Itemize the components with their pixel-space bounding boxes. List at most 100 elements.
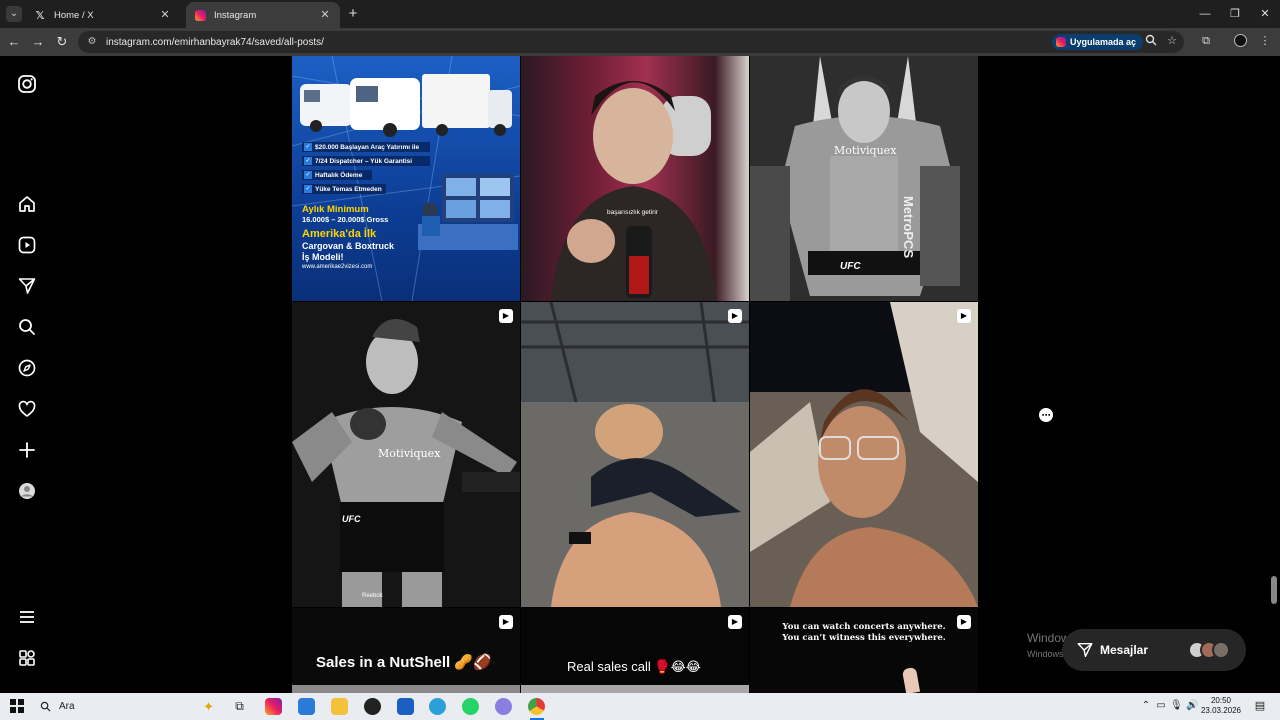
hand-shape: [901, 666, 921, 693]
more-menu-icon[interactable]: [17, 607, 37, 627]
ad-headline: İş Modeli!: [302, 252, 344, 262]
notifications-heart-icon[interactable]: [17, 399, 37, 419]
app-icon[interactable]: [495, 698, 512, 715]
microphone-icon[interactable]: 🎙: [1170, 700, 1183, 712]
scrollbar-thumb[interactable]: [1271, 576, 1277, 604]
sponsor-text: Reebok: [362, 593, 383, 599]
search-icon[interactable]: [17, 317, 37, 337]
reload-button[interactable]: ↻: [54, 34, 70, 50]
new-tab-button[interactable]: +: [344, 6, 362, 22]
tray-icon[interactable]: ▭: [1155, 700, 1167, 712]
ad-line: Yüke Temas Etmeden: [315, 185, 382, 193]
ad-line: $20.000 Başlayan Araç Yatırımı ile: [315, 143, 420, 151]
reel-caption: Sales in a NutShell 🥜🏈: [316, 654, 492, 671]
tab-home-x[interactable]: 𝕏 Home / X ✕: [26, 2, 180, 28]
extensions-icon[interactable]: ⧉: [1199, 34, 1213, 48]
bookmark-star-icon[interactable]: ☆: [1165, 34, 1179, 48]
sidebar: [0, 56, 54, 693]
post-tile[interactable]: Motiviquex MetroPCS UFC: [750, 56, 978, 301]
restore-button[interactable]: ❐: [1218, 0, 1252, 28]
clock-date: 23.03.2026: [1200, 706, 1242, 715]
instagram-logo-icon[interactable]: [17, 74, 37, 94]
post-tile[interactable]: ✓ $20.000 Başlayan Araç Yatırımı ile ✓ 7/2…: [292, 56, 520, 301]
check-icon: ✓: [304, 171, 312, 179]
more-options-icon[interactable]: ⋯: [1039, 408, 1053, 422]
page-scrollbar[interactable]: [1268, 56, 1280, 693]
app-icon[interactable]: [397, 698, 414, 715]
reel-thumbnail-art: [551, 81, 717, 301]
post-tile[interactable]: ▶: [750, 302, 978, 607]
clock[interactable]: 20:50 23.03.2026: [1196, 696, 1246, 716]
home-icon[interactable]: [17, 194, 37, 214]
post-tile[interactable]: ▶: [521, 302, 749, 607]
tab-strip: ⌄ 𝕏 Home / X ✕ Instagram ✕ + — ❐ ✕: [0, 0, 1280, 28]
messages-icon: [1077, 642, 1093, 658]
open-in-app-label: Uygulamada aç: [1070, 37, 1137, 47]
post-tile[interactable]: ▶ Real sales call 🥊😂😂: [521, 608, 749, 693]
messages-label: Mesajlar: [1100, 643, 1149, 657]
site-info-icon[interactable]: ⚙: [86, 36, 98, 48]
search-icon: [40, 701, 51, 712]
reel-icon: ▶: [728, 309, 742, 323]
minimize-button[interactable]: —: [1188, 0, 1222, 28]
back-button[interactable]: ←: [6, 34, 22, 50]
reel-icon: ▶: [499, 309, 513, 323]
reel-caption: başarısızlık getirir: [607, 209, 658, 216]
tab-instagram[interactable]: Instagram ✕: [186, 2, 340, 28]
post-tile[interactable]: ▶ başarısızlık getirir: [521, 56, 749, 301]
telegram-icon[interactable]: [429, 698, 446, 715]
browser-menu-icon[interactable]: ⋮: [1258, 34, 1272, 48]
brand-text: UFC: [840, 261, 861, 272]
create-plus-icon[interactable]: [17, 440, 37, 460]
close-icon[interactable]: ✕: [318, 8, 332, 22]
reel-icon: ▶: [957, 309, 971, 323]
search-placeholder: Ara: [59, 701, 75, 712]
ad-line: 7/24 Dispatcher – Yük Garantisi: [315, 157, 413, 165]
check-icon: ✓: [304, 185, 312, 193]
reels-icon[interactable]: [17, 235, 37, 255]
reel-icon: ▶: [957, 615, 971, 629]
post-tile[interactable]: ▶ Motiviquex UFC Reebok: [292, 302, 520, 607]
reel-thumbnail-art: [750, 302, 978, 607]
taskbar-search[interactable]: Ara ✦: [32, 695, 222, 718]
also-from-meta-icon[interactable]: [17, 648, 37, 668]
address-bar[interactable]: ⚙ instagram.com/emirhanbayrak74/saved/al…: [78, 31, 1184, 53]
window-close-button[interactable]: ✕: [1248, 0, 1280, 28]
profile-avatar-icon[interactable]: [17, 481, 37, 501]
tray-chevron-icon[interactable]: ⌃: [1140, 700, 1152, 712]
copilot-sparkle-icon: ✦: [203, 698, 214, 714]
app-icon[interactable]: [364, 698, 381, 715]
instagram-app-icon[interactable]: [265, 698, 282, 715]
ad-line: Haftalık Ödeme: [315, 171, 363, 179]
notifications-icon[interactable]: ▤: [1254, 700, 1266, 712]
messages-icon[interactable]: [17, 276, 37, 296]
tab-title: Home / X: [54, 9, 94, 21]
messages-pill[interactable]: Mesajlar: [1062, 629, 1246, 671]
tab-search-button[interactable]: ⌄: [6, 6, 22, 22]
ad-checklist: ✓ $20.000 Başlayan Araç Yatırımı ile ✓ 7/2…: [302, 142, 430, 194]
task-view-icon[interactable]: ⧉: [231, 698, 248, 715]
profile-avatar[interactable]: [1234, 34, 1248, 48]
post-tile[interactable]: ▶ Sales in a NutShell 🥜🏈: [292, 608, 520, 693]
zoom-icon[interactable]: [1144, 34, 1158, 48]
chrome-icon[interactable]: [528, 698, 545, 715]
weather-app-icon[interactable]: [298, 698, 315, 715]
ad-monthly-label: Aylık Minimum: [302, 204, 369, 215]
explore-compass-icon[interactable]: [17, 358, 37, 378]
watermark-caption: Motiviquex: [834, 144, 897, 157]
post-tile[interactable]: ▶ You can watch concerts anywhere. You c…: [750, 608, 978, 693]
tab-title: Instagram: [214, 9, 257, 21]
taskbar: Ara ✦ ⧉ ⌃ ▭ 🎙 🔊 20:50 23.03.2026 ▤: [0, 693, 1280, 720]
whatsapp-icon[interactable]: [462, 698, 479, 715]
close-icon[interactable]: ✕: [158, 8, 172, 22]
windows-start-icon[interactable]: [10, 699, 24, 713]
avatar: [1212, 641, 1230, 659]
open-in-app-button[interactable]: Uygulamada aç: [1052, 34, 1144, 50]
message-avatars: [1188, 641, 1230, 659]
url-text: instagram.com/emirhanbayrak74/saved/all-…: [106, 36, 324, 48]
forward-button[interactable]: →: [30, 34, 46, 50]
reel-icon: ▶: [499, 615, 513, 629]
reel-icon: ▶: [728, 615, 742, 629]
file-explorer-icon[interactable]: [331, 698, 348, 715]
ad-monthly-value: 16.000$ – 20.000$ Gross: [302, 215, 389, 224]
